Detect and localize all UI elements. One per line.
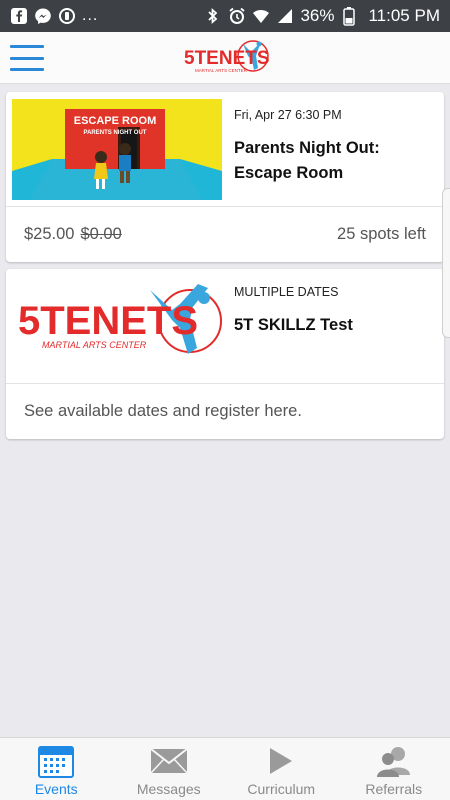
status-left: ... <box>10 7 98 25</box>
nav-label: Messages <box>136 781 201 797</box>
event-footer: See available dates and register here. <box>6 384 444 439</box>
nav-curriculum[interactable]: Curriculum <box>225 738 338 800</box>
event-original-price: $0.00 <box>80 225 122 243</box>
drawer-handle[interactable] <box>442 188 450 338</box>
event-info: Fri, Apr 27 6:30 PM Parents Night Out: E… <box>234 108 434 186</box>
nav-referrals[interactable]: Referrals <box>338 738 450 800</box>
calendar-icon <box>36 743 76 779</box>
event-image-subtitle: PARENTS NIGHT OUT <box>84 130 147 136</box>
alarm-icon <box>228 7 246 25</box>
messenger-icon <box>34 7 52 25</box>
hamburger-icon[interactable] <box>10 45 44 71</box>
event-title[interactable]: Parents Night Out: Escape Room <box>234 136 434 186</box>
event-image: 5TENETS MARTIAL ARTS CENTER <box>12 276 222 377</box>
event-date: Fri, Apr 27 6:30 PM <box>234 108 342 122</box>
sync-icon <box>58 7 76 25</box>
bottom-nav: Events Messages Curriculum Referrals <box>0 737 450 800</box>
event-card[interactable]: ESCAPE ROOM PARENTS NIGHT OUT Fri, Apr 2… <box>6 92 444 262</box>
status-bar: ... 36% 11:05 PM <box>0 0 450 32</box>
nav-label: Curriculum <box>247 781 316 797</box>
app-header: 5TENETS MARTIAL ARTS CENTER <box>0 32 450 84</box>
nav-label: Referrals <box>365 781 423 797</box>
envelope-icon <box>149 743 189 779</box>
spots-left: 25 spots left <box>337 225 426 243</box>
event-card-top: 5TENETS MARTIAL ARTS CENTER MULTIPLE DAT… <box>6 269 444 384</box>
event-title[interactable]: 5T SKILLZ Test <box>234 313 434 338</box>
nav-label: Events <box>34 781 78 797</box>
wifi-icon <box>252 7 270 25</box>
event-footer: $25.00 $0.00 25 spots left <box>6 207 444 262</box>
people-icon <box>374 743 414 779</box>
event-image-title: 5TENETS <box>18 299 198 343</box>
event-date: MULTIPLE DATES <box>234 285 339 299</box>
event-info: MULTIPLE DATES 5T SKILLZ Test <box>234 285 434 338</box>
event-image-subtitle: MARTIAL ARTS CENTER <box>42 340 147 350</box>
play-icon <box>261 743 301 779</box>
battery-icon <box>340 7 358 26</box>
event-image: ESCAPE ROOM PARENTS NIGHT OUT <box>12 99 222 200</box>
event-card-top: ESCAPE ROOM PARENTS NIGHT OUT Fri, Apr 2… <box>6 92 444 207</box>
price-row: $25.00 $0.00 <box>24 225 122 244</box>
status-overflow: ... <box>82 7 99 24</box>
event-image-title: ESCAPE ROOM <box>74 115 157 127</box>
signal-icon <box>276 7 294 25</box>
header-logo: 5TENETS MARTIAL ARTS CENTER <box>184 40 270 73</box>
bluetooth-icon <box>204 7 222 25</box>
battery-percent: 36% <box>300 6 335 25</box>
nav-messages[interactable]: Messages <box>113 738 226 800</box>
register-link[interactable]: See available dates and register here. <box>24 402 302 421</box>
header-logo-subtext: MARTIAL ARTS CENTER <box>195 68 248 73</box>
facebook-icon <box>10 7 28 25</box>
status-right: 36% 11:05 PM <box>204 6 440 26</box>
event-price: $25.00 <box>24 225 75 243</box>
event-card[interactable]: 5TENETS MARTIAL ARTS CENTER MULTIPLE DAT… <box>6 269 444 439</box>
status-time: 11:05 PM <box>368 6 440 25</box>
nav-events[interactable]: Events <box>0 738 113 800</box>
header-logo-text: 5TENETS <box>184 48 270 69</box>
